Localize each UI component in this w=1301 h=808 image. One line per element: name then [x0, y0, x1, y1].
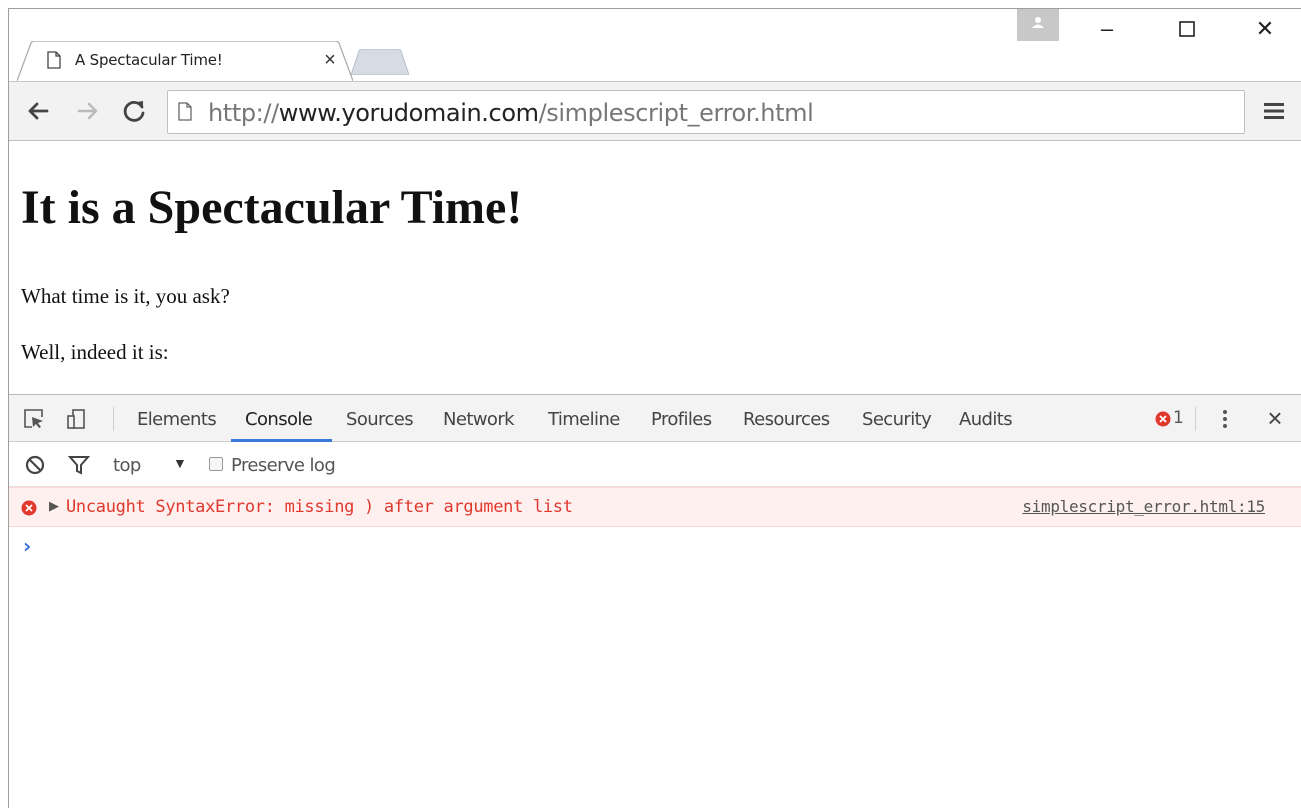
- tab-resources[interactable]: Resources: [743, 409, 830, 430]
- url-host: www.yorudomain.com: [278, 99, 539, 127]
- url-scheme: http://: [208, 99, 279, 127]
- page-info-icon[interactable]: [178, 102, 192, 121]
- error-source-link[interactable]: simplescript_error.html:15: [1022, 497, 1265, 516]
- tab-close-icon[interactable]: ×: [319, 49, 341, 71]
- toolbar-divider: [1195, 407, 1196, 431]
- page-heading: It is a Spectacular Time!: [21, 181, 523, 234]
- error-message: Uncaught SyntaxError: missing ) after ar…: [66, 497, 573, 517]
- back-arrow-icon[interactable]: [23, 96, 53, 126]
- devtools-panel: Elements Console Sources Network Timelin…: [9, 394, 1301, 808]
- tab-timeline[interactable]: Timeline: [548, 409, 620, 430]
- tab-profiles[interactable]: Profiles: [651, 409, 712, 430]
- hamburger-menu-icon[interactable]: [1259, 96, 1289, 126]
- paragraph-question: What time is it, you ask?: [21, 284, 230, 308]
- context-selector[interactable]: top: [113, 455, 141, 476]
- toolbar-divider: [113, 407, 114, 431]
- tab-title: A Spectacular Time!: [75, 51, 223, 69]
- devtools-tab-bar: Elements Console Sources Network Timelin…: [9, 395, 1301, 442]
- error-badge-icon[interactable]: [1155, 411, 1171, 427]
- console-error-row[interactable]: ▶ Uncaught SyntaxError: missing ) after …: [9, 487, 1301, 527]
- tab-strip: A Spectacular Time! × – ✕: [9, 9, 1301, 81]
- page-icon: [47, 51, 61, 69]
- tab-network[interactable]: Network: [443, 409, 515, 430]
- reload-icon[interactable]: [119, 96, 149, 126]
- browser-toolbar: http://www.yorudomain.com/simplescript_e…: [9, 81, 1301, 141]
- profile-button[interactable]: [1017, 9, 1059, 41]
- devtools-close-icon[interactable]: ×: [1261, 403, 1289, 433]
- context-dropdown-arrow[interactable]: ▼: [173, 455, 187, 471]
- preserve-log-checkbox[interactable]: [209, 457, 223, 471]
- console-prompt[interactable]: ›: [23, 534, 31, 558]
- maximize-button[interactable]: [1167, 15, 1207, 43]
- tab-audits[interactable]: Audits: [959, 409, 1013, 430]
- new-tab-button[interactable]: [351, 49, 409, 75]
- inspect-element-icon[interactable]: [23, 408, 45, 430]
- error-icon: [21, 500, 37, 516]
- user-icon: [1032, 17, 1044, 28]
- url-path: /simplescript_error.html: [538, 99, 814, 127]
- forward-arrow-icon[interactable]: [73, 96, 103, 126]
- expand-triangle-icon[interactable]: ▶: [49, 498, 59, 514]
- clear-console-icon[interactable]: [23, 453, 47, 477]
- url-text[interactable]: http://www.yorudomain.com/simplescript_e…: [208, 99, 814, 127]
- filter-icon[interactable]: [67, 453, 91, 477]
- address-bar[interactable]: http://www.yorudomain.com/simplescript_e…: [167, 90, 1245, 134]
- tab-console[interactable]: Console: [245, 409, 313, 430]
- device-mode-icon[interactable]: [65, 408, 87, 430]
- error-count[interactable]: 1: [1173, 408, 1184, 428]
- active-tab-indicator: [231, 439, 332, 442]
- kebab-menu-icon[interactable]: [1215, 407, 1235, 431]
- tab-elements[interactable]: Elements: [137, 409, 217, 430]
- browser-window: A Spectacular Time! × – ✕ http://www.yor…: [8, 8, 1301, 808]
- browser-tab[interactable]: A Spectacular Time! ×: [17, 41, 353, 81]
- maximize-icon: [1179, 21, 1195, 37]
- console-filter-bar: top ▼ Preserve log: [9, 443, 1301, 487]
- close-window-button[interactable]: ✕: [1245, 15, 1285, 43]
- tab-sources[interactable]: Sources: [346, 409, 414, 430]
- preserve-log-label[interactable]: Preserve log: [231, 455, 336, 476]
- paragraph-answer: Well, indeed it is:: [21, 340, 169, 364]
- minimize-button[interactable]: –: [1087, 15, 1127, 43]
- tab-security[interactable]: Security: [862, 409, 932, 430]
- page-content: It is a Spectacular Time! What time is i…: [9, 142, 1301, 394]
